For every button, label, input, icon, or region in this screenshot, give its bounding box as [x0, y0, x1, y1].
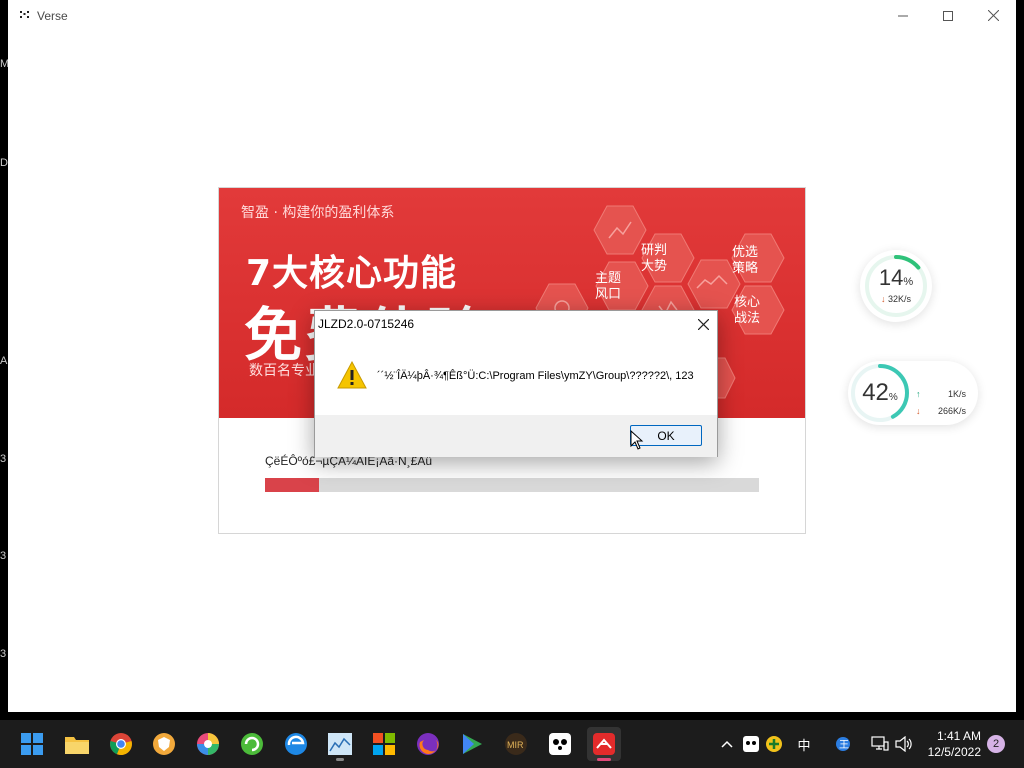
title-bar[interactable]: Verse [8, 0, 1016, 31]
minimize-icon [898, 15, 908, 16]
close-button[interactable] [970, 0, 1016, 31]
zhiying-icon [593, 733, 615, 755]
memory-monitor-widget[interactable]: 14% ↓ 32K/s [860, 250, 932, 322]
svg-text:优选: 优选 [732, 245, 758, 260]
shield-browser-icon [153, 733, 175, 755]
tray-app-plus[interactable] [764, 734, 784, 754]
taskbar-game[interactable]: MIR [499, 727, 533, 761]
chrome-icon [110, 733, 132, 756]
dialog-title: JLZD2.0-0715246 [318, 317, 415, 331]
play-icon [463, 734, 482, 754]
taskbar-chrome[interactable] [104, 727, 138, 761]
green-app-icon [241, 733, 263, 755]
start-button[interactable] [15, 727, 49, 761]
upload-speed: ↑ 1K/s [916, 389, 966, 399]
store-icon [373, 733, 395, 755]
svg-text:风口: 风口 [595, 287, 621, 302]
volume-control[interactable] [894, 734, 914, 754]
game-icon: MIR [505, 733, 527, 755]
taskbar-colorful-app[interactable] [191, 727, 225, 761]
svg-text:研判: 研判 [641, 243, 667, 258]
folder-icon [65, 737, 89, 754]
panda-icon [549, 733, 571, 755]
error-dialog: JLZD2.0-0715246 ´´½¨ÎÄ¼þÂ·¾¶Êß°Ü:C:\Prog… [314, 310, 718, 457]
banner-subtitle: 智盈 · 构建你的盈利体系 [241, 205, 395, 221]
dialog-close-button[interactable] [692, 314, 714, 334]
progress-fill [265, 478, 320, 492]
usage-percent: 14% [878, 265, 914, 290]
mouse-cursor-icon [630, 430, 644, 450]
chart-app-icon [328, 733, 352, 755]
chevron-up-icon [721, 740, 733, 748]
close-icon [697, 318, 709, 330]
network-status[interactable] [870, 734, 890, 754]
clock-date[interactable]: 12/5/2022 [915, 745, 981, 759]
running-indicator [597, 758, 611, 761]
maximize-button[interactable] [925, 0, 971, 31]
taskbar-firefox[interactable] [411, 727, 445, 761]
close-icon [987, 10, 999, 21]
dialog-message: ´´½¨ÎÄ¼þÂ·¾¶Êß°Ü:C:\Program Files\ymZY\G… [377, 370, 694, 382]
tray-overflow-button[interactable] [717, 734, 737, 754]
banner-description: 数百名专业 [249, 363, 319, 379]
maximize-icon [943, 10, 953, 21]
panda-tray-icon [743, 736, 759, 752]
firefox-icon [417, 733, 439, 755]
svg-text:王: 王 [839, 740, 849, 751]
warning-icon [337, 361, 367, 389]
network-icon [871, 736, 889, 751]
arrow-down-icon: ↓ [916, 406, 921, 416]
svg-text:大势: 大势 [641, 258, 667, 274]
verse-logo-icon [20, 11, 29, 18]
taskbar-zhiying[interactable] [587, 727, 621, 761]
plus-tray-icon [766, 736, 782, 752]
speed-readout: ↓ 32K/s [880, 294, 912, 304]
network-monitor-widget[interactable]: 42% ↑ 1K/s ↓ 266K/s [848, 361, 978, 425]
svg-text:核心: 核心 [734, 295, 760, 310]
tray-app-blue[interactable]: 王 [833, 734, 853, 754]
dialog-footer: OK [315, 415, 717, 457]
clock-time[interactable]: 1:41 AM [925, 729, 981, 743]
usage-percent: 42% [862, 379, 898, 406]
taskbar-panda-app[interactable] [543, 727, 577, 761]
install-progress-bar [265, 478, 759, 492]
taskbar-edge[interactable] [279, 727, 313, 761]
arrow-up-icon: ↑ [916, 389, 921, 399]
running-indicator [336, 758, 344, 761]
minimize-button[interactable] [880, 0, 926, 31]
svg-text:战法: 战法 [734, 311, 760, 326]
edge-icon [285, 733, 307, 755]
speaker-icon [895, 736, 912, 752]
tray-app-panda[interactable] [741, 734, 761, 754]
taskbar-file-explorer[interactable] [60, 727, 94, 761]
svg-text:MIR: MIR [507, 740, 524, 750]
svg-text:策略: 策略 [732, 260, 758, 276]
taskbar-browser[interactable] [147, 727, 181, 761]
taskbar-play[interactable] [455, 727, 489, 761]
ime-indicator[interactable]: 中 [794, 734, 814, 754]
taskbar-store[interactable] [367, 727, 401, 761]
svg-text:主题: 主题 [595, 271, 621, 286]
windows-start-icon [21, 733, 43, 755]
download-speed: ↓ 266K/s [916, 406, 966, 416]
notification-badge[interactable]: 2 [987, 735, 1005, 753]
window-title: Verse [37, 9, 68, 23]
taskbar-green-app[interactable] [235, 727, 269, 761]
colorful-app-icon [197, 733, 219, 755]
blue-app-tray-icon: 王 [836, 737, 850, 751]
taskbar-chart-app[interactable] [323, 727, 357, 761]
taskbar: MIR 中 王 [0, 720, 1024, 768]
